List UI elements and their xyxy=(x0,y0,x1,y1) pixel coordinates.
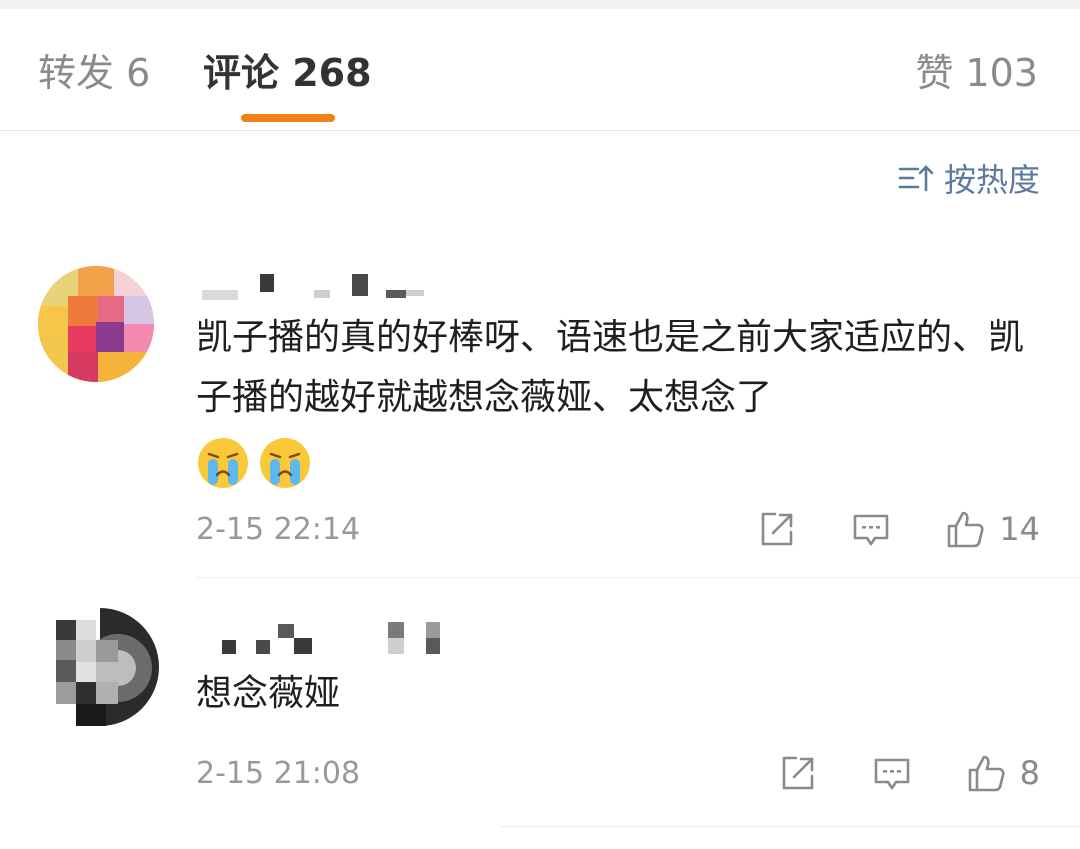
tab-comments[interactable]: 评论 268 xyxy=(203,51,372,95)
comment-item: 凯子播的真的好棒呀、语速也是之前大家适应的、凯子播的越好就越想念薇娅、太想念了 … xyxy=(0,266,1080,578)
sort-label: 按热度 xyxy=(943,161,1040,199)
status-strip xyxy=(0,0,1080,9)
thumbs-up-icon[interactable] xyxy=(945,509,985,549)
comment-actions: 8 xyxy=(778,753,1040,793)
comment-divider xyxy=(196,577,1080,578)
share-icon[interactable] xyxy=(757,509,797,549)
sort-desc-icon xyxy=(898,165,934,192)
comment-text: 想念薇娅 xyxy=(196,673,341,714)
avatar[interactable] xyxy=(38,606,162,730)
tab-bar: 转发 6 评论 268 赞 103 xyxy=(0,9,1080,131)
comment-icon[interactable] xyxy=(872,753,912,793)
comment-icon[interactable] xyxy=(851,509,891,549)
comment-timestamp: 2-15 21:08 xyxy=(196,756,361,791)
comment-text: 凯子播的真的好棒呀、语速也是之前大家适应的、凯子播的越好就越想念薇娅、太想念了 xyxy=(196,317,1025,418)
username-redacted[interactable] xyxy=(196,270,436,306)
comment-actions: 14 xyxy=(757,509,1040,549)
like-count: 8 xyxy=(1019,754,1040,792)
tab-likes[interactable]: 赞 103 xyxy=(915,51,1038,95)
sort-button[interactable]: 按热度 xyxy=(898,158,1040,199)
tab-repost[interactable]: 转发 6 xyxy=(38,51,150,95)
avatar[interactable] xyxy=(38,266,154,382)
active-tab-indicator xyxy=(241,114,335,122)
emoji-row xyxy=(196,436,312,490)
like-count: 14 xyxy=(999,510,1040,548)
comment-divider xyxy=(500,826,1080,827)
comment-item: 想念薇娅 2-15 21:08 8 xyxy=(0,606,1080,826)
comment-timestamp: 2-15 22:14 xyxy=(196,512,361,547)
crying-emoji-icon xyxy=(198,438,248,488)
crying-emoji-icon xyxy=(260,438,310,488)
share-icon[interactable] xyxy=(778,753,818,793)
thumbs-up-icon[interactable] xyxy=(966,753,1006,793)
username-redacted[interactable] xyxy=(196,620,476,656)
